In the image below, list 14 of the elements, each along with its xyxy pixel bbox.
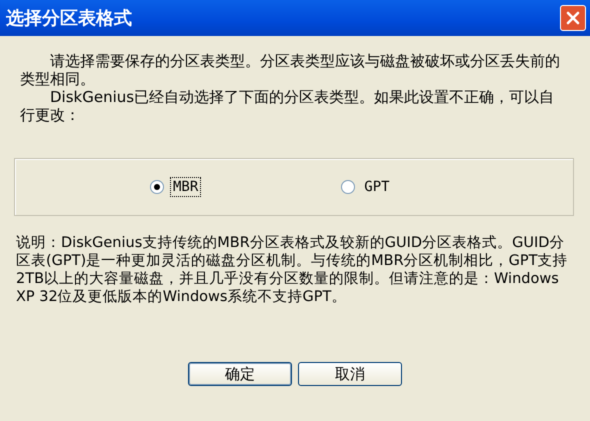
radio-label: MBR — [170, 177, 202, 197]
instruction-text: DiskGenius已经自动选择了下面的分区表类型。如果此设置不正确，可以自行更改： — [20, 88, 556, 124]
close-button[interactable] — [560, 5, 586, 31]
radio-option[interactable]: MBR — [150, 177, 202, 197]
dialog-button[interactable]: 取消 — [298, 362, 402, 386]
close-icon — [566, 11, 580, 25]
radio-label: GPT — [363, 178, 391, 197]
radio-button[interactable] — [150, 180, 164, 194]
radio-button[interactable] — [341, 180, 356, 194]
description-text: 说明：DiskGenius支持传统的MBR分区表格式及较新的GUID分区表格式。GUID分区表(GPT)是一种更加灵活的磁盘分区机制。与传统的MBR分区机制相比，GPT支持2TB以上的大容量磁盘，并且几乎没有分区数量的限制。但请注意的是：Windows XP 32位及更低版本的Windows系统不支持GPT。 — [16, 234, 569, 306]
window-title: 选择分区表格式 — [6, 7, 132, 30]
radio-option[interactable]: GPT — [341, 177, 393, 197]
dialog-button[interactable]: 确定 — [188, 362, 292, 386]
instruction-text: 请选择需要保存的分区表类型。分区表类型应该与磁盘被破坏或分区丢失前的类型相同。 — [20, 52, 561, 88]
